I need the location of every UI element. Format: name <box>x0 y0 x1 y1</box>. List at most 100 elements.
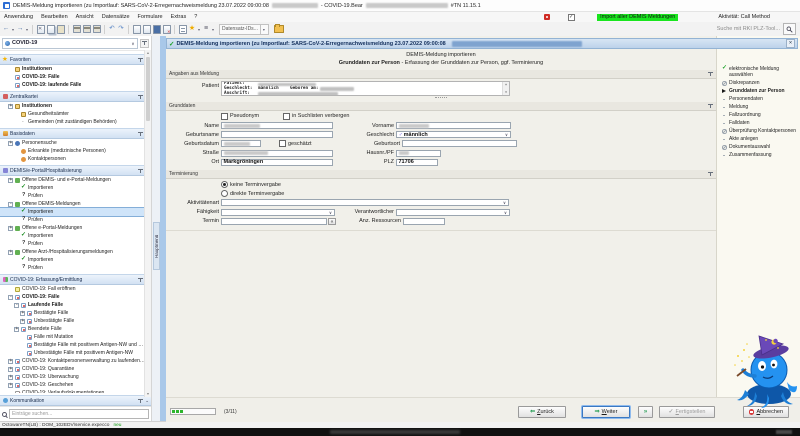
pin-icon[interactable] <box>137 57 143 63</box>
sidebar-section-kommunikation[interactable]: Kommunikation ⌄ <box>0 395 151 406</box>
verantwortlicher-select[interactable]: ∨ <box>396 209 510 216</box>
tree-item[interactable]: COVID-19: laufende Fälle <box>0 81 145 89</box>
tree-expander[interactable] <box>14 303 19 308</box>
tree-item[interactable]: Offene DEMIS-Meldungen <box>0 200 145 208</box>
tree-expander[interactable] <box>14 120 19 125</box>
wizard-step[interactable]: elektronische Meldung auswählen <box>717 66 800 80</box>
hauptmenu-tab[interactable]: Hauptmenü <box>153 222 160 270</box>
tree-expander[interactable] <box>8 287 13 292</box>
pin-icon[interactable] <box>137 131 143 137</box>
tree-expander[interactable] <box>8 202 13 207</box>
tree-expander[interactable] <box>14 210 19 215</box>
keine-terminvergabe-radio[interactable] <box>221 181 228 188</box>
tree-expander[interactable] <box>20 311 25 316</box>
tree-item[interactable]: Gesundheitsämter <box>0 110 145 118</box>
tree-expander[interactable] <box>14 194 19 199</box>
tree-item[interactable]: Basisdaten <box>0 128 145 139</box>
tree-item[interactable]: COVID-19: Fälle <box>0 293 145 301</box>
tree-item[interactable]: COVID-19: Überwachung <box>0 373 145 381</box>
tree-expander[interactable] <box>20 343 25 348</box>
stop-icon[interactable] <box>544 14 550 20</box>
tree-expander[interactable] <box>20 351 25 356</box>
finish-button[interactable]: ✓Fertigstellen <box>659 406 715 418</box>
tree-item[interactable]: Importieren <box>0 232 145 240</box>
document-icon[interactable] <box>143 25 151 34</box>
back-icon[interactable]: ← <box>2 24 10 34</box>
table-icon[interactable] <box>179 25 187 34</box>
tree-item[interactable]: Prüfen <box>0 216 145 224</box>
tree-expander[interactable] <box>14 266 19 271</box>
tree-item[interactable]: COVID-19: Quarantäne <box>0 365 145 373</box>
tree-expander[interactable] <box>14 258 19 263</box>
back-button[interactable]: ⇐Zurück <box>518 406 566 418</box>
tree-item[interactable]: Zentralkartei <box>0 91 145 102</box>
tree-item[interactable]: Kontaktpersonen <box>0 155 145 163</box>
tree-item[interactable]: Gemeinden (mit zuständigen Behörden) <box>0 118 145 126</box>
delete-record-icon[interactable] <box>163 25 171 34</box>
scrollbar-thumb[interactable] <box>146 57 150 121</box>
scroll-down-icon[interactable]: ▼ <box>145 391 151 397</box>
forward-icon[interactable]: → <box>16 24 24 34</box>
tree-item[interactable]: Importieren <box>0 208 145 216</box>
menu-item[interactable]: ? <box>190 14 201 20</box>
tree-item[interactable]: Personensuche <box>0 139 145 147</box>
menubar-checkbox[interactable] <box>568 14 575 21</box>
tree-item[interactable]: Unbestätigte Fälle <box>0 317 145 325</box>
pseudonym-checkbox[interactable] <box>221 113 228 120</box>
tree-expander[interactable] <box>14 327 19 332</box>
geschaetzt-checkbox[interactable] <box>279 140 286 147</box>
wizard-step[interactable]: Personendaten <box>717 96 800 104</box>
strasse-input[interactable] <box>221 150 333 157</box>
close-icon[interactable]: ✕ <box>786 39 795 48</box>
tree-item[interactable]: Importieren <box>0 184 145 192</box>
print-setup-icon[interactable] <box>93 25 101 33</box>
aktivitaetenart-select[interactable]: ∨ <box>221 199 509 206</box>
sidebar-search-input[interactable] <box>9 409 149 419</box>
tree-item[interactable]: Prüfen <box>0 192 145 200</box>
tree-item[interactable]: COVID-19: Fälle <box>0 73 145 81</box>
tree-item[interactable]: Prüfen <box>0 240 145 248</box>
pin-icon[interactable] <box>137 168 143 174</box>
direkte-terminvergabe-radio[interactable] <box>221 190 228 197</box>
rki-search-placeholder[interactable]: Suche mit RKI PLZ-Tool... <box>717 26 780 32</box>
tree-expander[interactable] <box>8 391 13 394</box>
tree-expander[interactable] <box>8 250 13 255</box>
menu-item[interactable]: Extras <box>167 14 191 20</box>
vorname-input[interactable] <box>396 122 511 129</box>
print-preview-icon[interactable] <box>83 25 91 33</box>
tree-item[interactable]: Unbestätigte Fälle mit positivem Antigen… <box>0 349 145 357</box>
tree-item[interactable]: COVID-19: Geschehen <box>0 381 145 389</box>
tree-item[interactable]: Institutionen <box>0 65 145 73</box>
tree-item[interactable]: COVID-19: Erfassung/Ermittlung <box>0 274 145 285</box>
tree-expander[interactable] <box>8 75 13 80</box>
tree-item[interactable]: Beendete Fälle <box>0 325 145 333</box>
menu-item[interactable]: Datensätze <box>98 14 134 20</box>
undo-icon[interactable]: ↶ <box>108 24 116 34</box>
menu-item[interactable]: Bearbeiten <box>37 14 72 20</box>
chevron-down-icon[interactable]: ▾ <box>25 27 29 32</box>
tree-expander[interactable] <box>8 178 13 183</box>
chevron-down-icon[interactable]: ▾ <box>197 27 201 32</box>
pin-icon[interactable] <box>707 171 713 177</box>
redo-icon[interactable]: ↷ <box>117 24 125 34</box>
document-icon[interactable] <box>133 25 141 34</box>
tree-expander[interactable] <box>8 67 13 72</box>
menu-item[interactable]: Ansicht <box>72 14 98 20</box>
tree-expander[interactable] <box>14 234 19 239</box>
tree-item[interactable]: Importieren <box>0 256 145 264</box>
menu-item[interactable]: Formulare <box>134 14 167 20</box>
pin-icon[interactable] <box>137 398 143 404</box>
faehigkeit-select[interactable]: ∨ <box>221 209 335 216</box>
tree-item[interactable]: Institutionen <box>0 102 145 110</box>
geburtsname-input[interactable] <box>221 131 333 138</box>
chevron-down-icon[interactable]: ⌄ <box>145 398 149 404</box>
wizard-step[interactable]: Dokumentauswahl <box>717 144 800 152</box>
tree-expander[interactable] <box>8 141 13 146</box>
tree-expander[interactable] <box>20 319 25 324</box>
tree-expander[interactable] <box>8 375 13 380</box>
termin-picker-button[interactable]: « <box>328 218 336 225</box>
dataset-id-combo[interactable]: Datensatz-IDs... ▾ <box>219 24 269 35</box>
tree-expander[interactable] <box>14 112 19 117</box>
pin-icon[interactable] <box>707 71 713 77</box>
resize-grip[interactable] <box>435 97 447 98</box>
